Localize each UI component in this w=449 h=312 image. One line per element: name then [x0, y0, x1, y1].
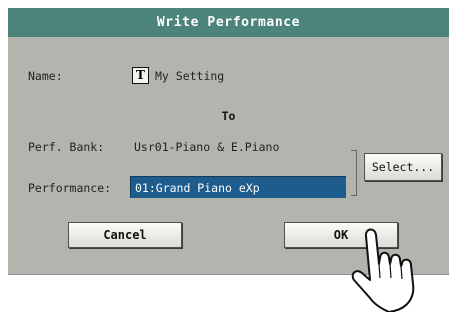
text-edit-icon[interactable]: T: [132, 67, 149, 84]
select-bracket: [351, 150, 357, 196]
perf-bank-label: Perf. Bank:: [28, 140, 105, 154]
perf-bank-value: Usr01-Piano & E.Piano: [134, 140, 280, 154]
dialog-title: Write Performance: [8, 8, 449, 37]
touch-hand-icon: [351, 228, 415, 312]
performance-label: Performance:: [28, 181, 112, 195]
select-button[interactable]: Select...: [364, 153, 442, 181]
to-label: To: [221, 109, 236, 123]
cancel-button[interactable]: Cancel: [68, 222, 182, 248]
performance-field[interactable]: 01:Grand Piano eXp: [130, 176, 346, 198]
name-label: Name:: [28, 69, 63, 83]
name-value: My Setting: [155, 69, 225, 83]
